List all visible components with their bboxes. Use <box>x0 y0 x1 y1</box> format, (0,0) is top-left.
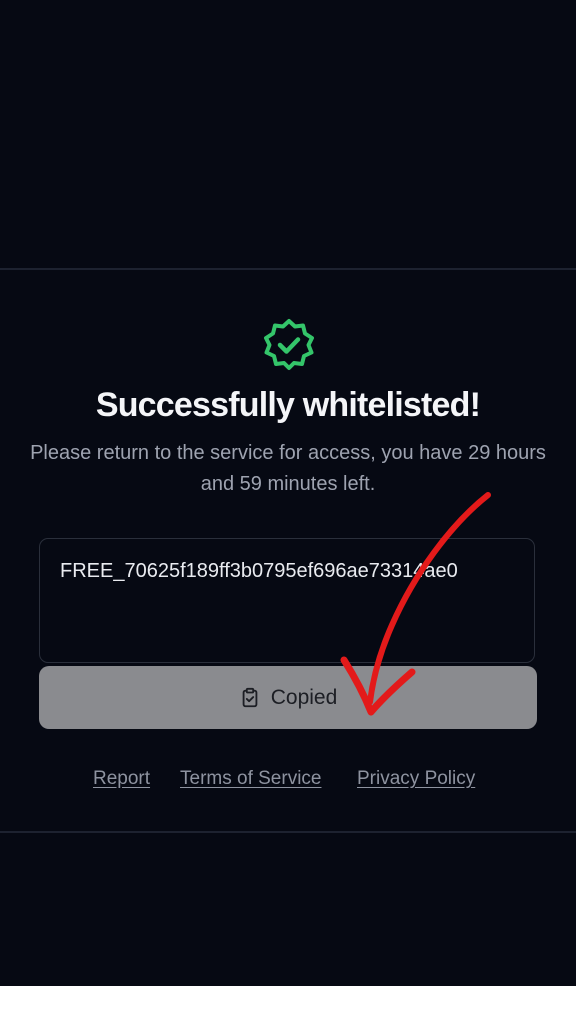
top-divider <box>0 268 576 270</box>
access-time-message: Please return to the service for access,… <box>30 442 546 495</box>
terms-of-service-link[interactable]: Terms of Service <box>180 768 321 790</box>
whitelist-screen: Successfully whitelisted! Please return … <box>0 0 576 986</box>
privacy-policy-link[interactable]: Privacy Policy <box>357 768 475 790</box>
verified-badge-check-icon <box>264 319 314 370</box>
copy-key-button[interactable]: Copied <box>39 666 537 729</box>
bottom-divider <box>0 831 576 833</box>
footer-links: Report Terms of Service Privacy Policy <box>0 768 576 794</box>
report-link[interactable]: Report <box>93 768 150 790</box>
whitelist-key-field[interactable]: FREE_70625f189ff3b0795ef696ae73314ae0 <box>39 538 535 663</box>
copy-button-label: Copied <box>270 685 338 709</box>
clipboard-check-icon <box>242 687 258 707</box>
success-title: Successfully whitelisted! <box>95 386 481 424</box>
